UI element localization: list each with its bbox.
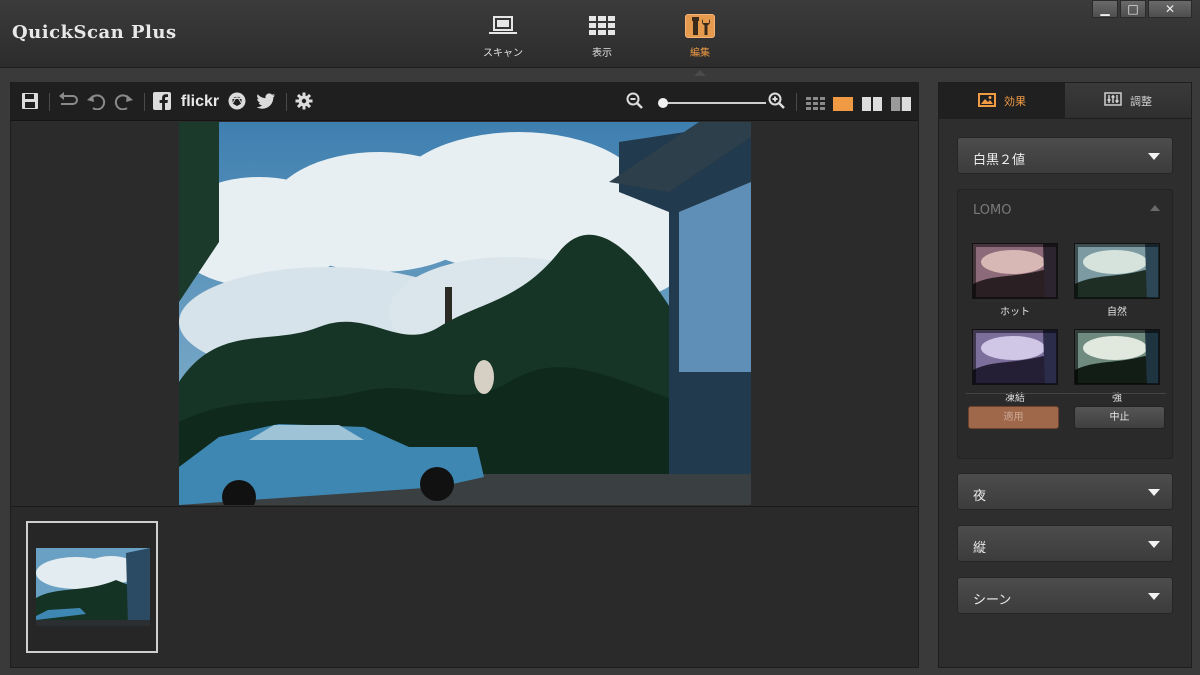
zoom-in-icon[interactable]	[768, 92, 786, 112]
chevron-down-icon	[1148, 489, 1160, 496]
split-view-icon[interactable]	[891, 95, 911, 113]
mode-tab-scan[interactable]: スキャン	[468, 14, 538, 59]
tab-label: 効果	[1004, 95, 1026, 108]
single-view-icon[interactable]	[833, 96, 853, 111]
preset-hot[interactable]: ホット	[972, 243, 1058, 318]
twitter-icon[interactable]	[256, 92, 276, 112]
preset-thumbnail	[972, 329, 1058, 385]
dropdown-label: シーン	[973, 593, 1012, 608]
main-panel: flickr	[10, 82, 919, 668]
preset-label: 自然	[1107, 307, 1127, 318]
mode-tab-label: 表示	[592, 48, 612, 59]
separator	[49, 93, 50, 111]
tab-effects[interactable]: 効果	[939, 83, 1065, 119]
dropdown-label: 縦	[973, 541, 987, 556]
side-tabs: 効果 調整	[939, 83, 1191, 119]
chevron-down-icon	[1148, 153, 1160, 160]
redo-icon[interactable]	[113, 92, 135, 112]
tab-label: 調整	[1130, 94, 1152, 108]
zoom-slider-track[interactable]	[662, 102, 766, 104]
sliders-icon	[1104, 92, 1122, 109]
flickr-button[interactable]: flickr	[179, 92, 221, 112]
zoom-slider-handle[interactable]	[658, 98, 668, 108]
dropdown-label: 夜	[973, 489, 987, 504]
maximize-button[interactable]: □	[1120, 0, 1146, 18]
preset-thumbnail	[1074, 329, 1160, 385]
mode-tab-edit[interactable]: 編集	[665, 14, 735, 76]
thumbnail-selected[interactable]	[26, 521, 158, 653]
edit-tools-icon	[685, 14, 715, 38]
zoom-out-icon[interactable]	[626, 92, 644, 112]
aperture-icon[interactable]	[228, 92, 246, 112]
night-dropdown[interactable]: 夜	[957, 473, 1173, 510]
image-icon	[978, 92, 996, 110]
preset-thumbnail	[1074, 243, 1160, 299]
image-canvas[interactable]	[11, 122, 918, 505]
chevron-down-icon	[1148, 593, 1160, 600]
close-button[interactable]: ✕	[1148, 0, 1192, 18]
window-controls: ▁ □ ✕	[1092, 0, 1192, 18]
apply-button[interactable]: 適用	[968, 406, 1059, 429]
separator	[796, 93, 797, 111]
title-bar: QuickScan Plus スキャン 表示 編集 ▁ □ ✕	[0, 0, 1200, 76]
separator	[286, 93, 287, 111]
chevron-down-icon	[1148, 541, 1160, 548]
minimize-button[interactable]: ▁	[1092, 0, 1118, 18]
mode-tab-label: スキャン	[483, 48, 523, 59]
save-icon[interactable]	[21, 92, 39, 112]
undo-icon[interactable]	[85, 92, 107, 112]
lomo-title: LOMO	[973, 203, 1012, 218]
facebook-icon[interactable]	[153, 92, 171, 112]
scanner-icon	[488, 14, 518, 38]
lomo-section: LOMO ホット 自然 凍結 強 適用 中止	[957, 189, 1173, 459]
preset-thumbnail	[972, 243, 1058, 299]
side-by-side-view-icon[interactable]	[862, 96, 882, 111]
preset-label: ホット	[1000, 307, 1030, 318]
side-panel: 効果 調整 白黒２値 LOMO ホット 自然 凍結 強 適用 中止 夜 縦 シー…	[938, 82, 1192, 668]
thumbnail-image	[36, 548, 150, 626]
revert-icon[interactable]	[57, 92, 79, 112]
bw-dropdown[interactable]: 白黒２値	[957, 137, 1173, 174]
grid-view-icon	[587, 14, 617, 38]
divider	[966, 393, 1166, 394]
grid-view-icon[interactable]	[806, 96, 826, 110]
filmstrip	[11, 506, 918, 667]
mode-tab-label: 編集	[690, 48, 710, 59]
chevron-up-icon	[1150, 205, 1160, 211]
scene-dropdown[interactable]: シーン	[957, 577, 1173, 614]
toolbar: flickr	[11, 83, 918, 121]
gear-icon[interactable]	[295, 92, 313, 112]
lomo-header[interactable]: LOMO	[958, 190, 1172, 226]
mode-tab-view[interactable]: 表示	[567, 14, 637, 59]
dropdown-label: 白黒２値	[973, 153, 1026, 168]
preset-label: 強	[1112, 393, 1122, 404]
vertical-dropdown[interactable]: 縦	[957, 525, 1173, 562]
tab-adjust[interactable]: 調整	[1065, 83, 1191, 119]
cancel-button[interactable]: 中止	[1074, 406, 1165, 429]
separator	[144, 93, 145, 111]
preset-natural[interactable]: 自然	[1074, 243, 1160, 318]
main-photo	[179, 122, 751, 505]
app-title: QuickScan Plus	[12, 22, 177, 43]
preset-label: 凍結	[1005, 393, 1025, 404]
